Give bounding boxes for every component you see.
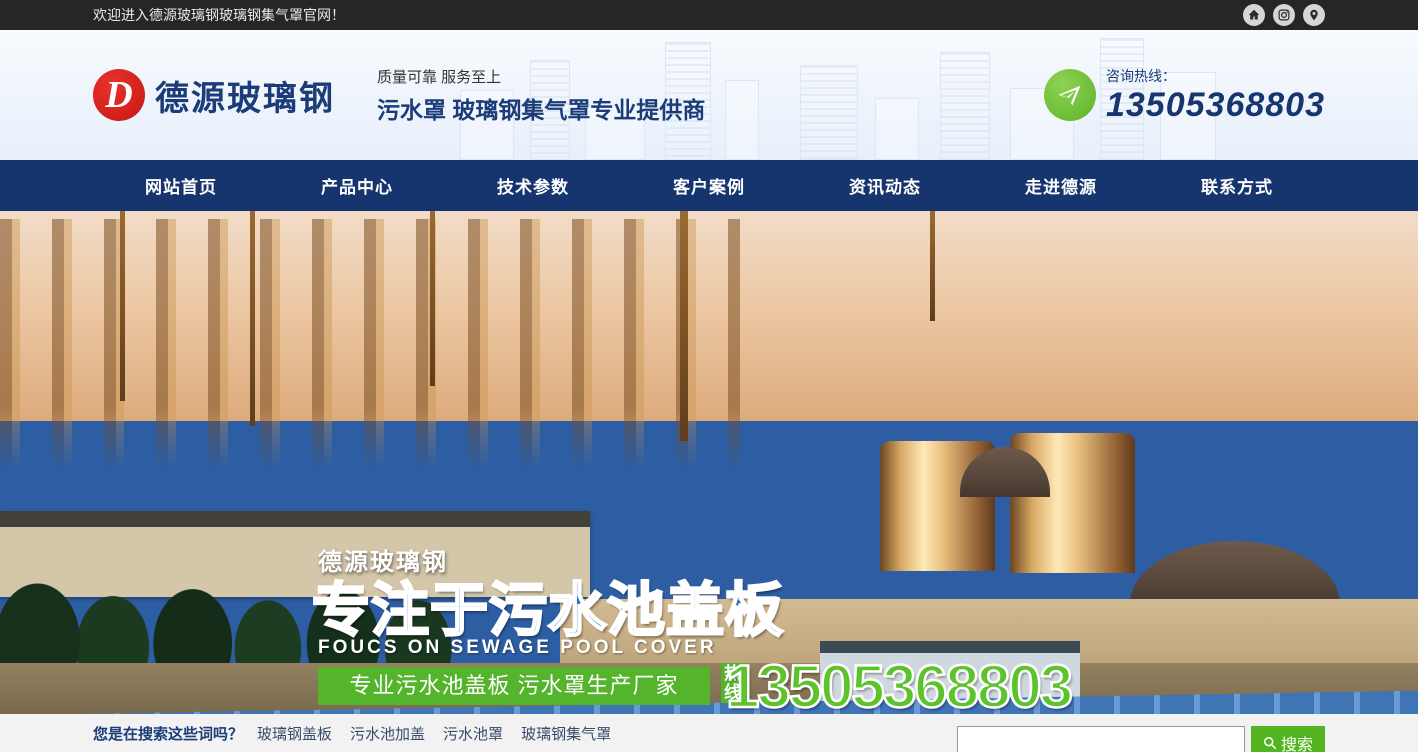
hot-keywords: 玻璃钢盖板 污水池加盖 污水池罩 玻璃钢集气罩 <box>257 723 611 744</box>
welcome-text: 欢迎进入德源玻璃钢玻璃钢集气罩官网！ <box>93 5 345 25</box>
search-button-label: 搜索 <box>1281 731 1313 752</box>
search-icon <box>1263 736 1277 750</box>
home-icon[interactable] <box>1243 4 1265 26</box>
hero-subheadline: FOUCS ON SEWAGE POOL COVER <box>318 637 717 659</box>
social-icons <box>1243 4 1325 26</box>
brand-name: 德源玻璃钢 <box>155 71 335 120</box>
hotline-number: 13505368803 <box>1106 86 1325 125</box>
paper-plane-icon <box>1044 69 1096 121</box>
keyword-link-pool-hood[interactable]: 污水池罩 <box>443 723 503 744</box>
slogan: 质量可靠 服务至上 污水罩 玻璃钢集气罩专业提供商 <box>377 66 705 125</box>
hero-banner: 德源玻璃钢 专注于污水池盖板 FOUCS ON SEWAGE POOL COVE… <box>0 211 1418 714</box>
hero-mast <box>680 211 688 441</box>
search-button[interactable]: 搜索 <box>1251 726 1325 752</box>
hero-mast <box>430 211 435 386</box>
location-icon[interactable] <box>1303 4 1325 26</box>
nav-item-contact[interactable]: 联系方式 <box>1149 160 1325 211</box>
hero-green-banner[interactable]: 专业污水池盖板 污水罩生产厂家 <box>318 667 710 705</box>
nav-item-cases[interactable]: 客户案例 <box>621 160 797 211</box>
topbar: 欢迎进入德源玻璃钢玻璃钢集气罩官网！ <box>0 0 1418 30</box>
camera-icon[interactable] <box>1273 4 1295 26</box>
hero-mast <box>120 211 125 401</box>
search-question: 您是在搜索这些词吗？ <box>93 723 243 744</box>
sales-hotline-number: 13505368803 <box>726 659 1071 714</box>
search-input[interactable] <box>957 726 1245 752</box>
hotline: 咨询热线： 13505368803 <box>1044 66 1325 125</box>
hero-mast <box>250 211 255 426</box>
hero-mast <box>930 211 935 321</box>
nav-item-news[interactable]: 资讯动态 <box>797 160 973 211</box>
search-box: 搜索 <box>957 726 1325 752</box>
hotline-label: 咨询热线： <box>1106 66 1325 86</box>
main-nav: 网站首页 产品中心 技术参数 客户案例 资讯动态 走进德源 联系方式 <box>0 160 1418 211</box>
hero-headline: 专注于污水池盖板 <box>312 563 784 647</box>
logo-icon: D <box>93 69 145 121</box>
slogan-big: 污水罩 玻璃钢集气罩专业提供商 <box>377 91 705 125</box>
keyword-link-cover[interactable]: 玻璃钢盖板 <box>257 723 332 744</box>
logo[interactable]: D 德源玻璃钢 <box>93 69 335 121</box>
site-header: D 德源玻璃钢 质量可靠 服务至上 污水罩 玻璃钢集气罩专业提供商 咨询热线： … <box>0 30 1418 160</box>
hero-towers <box>0 219 740 469</box>
keyword-link-pool-cap[interactable]: 污水池加盖 <box>350 723 425 744</box>
search-strip: 您是在搜索这些词吗？ 玻璃钢盖板 污水池加盖 污水池罩 玻璃钢集气罩 搜索 <box>0 714 1418 752</box>
slogan-small: 质量可靠 服务至上 <box>377 66 705 87</box>
nav-item-home[interactable]: 网站首页 <box>93 160 269 211</box>
nav-item-specs[interactable]: 技术参数 <box>445 160 621 211</box>
keyword-link-gas-hood[interactable]: 玻璃钢集气罩 <box>521 723 611 744</box>
nav-item-products[interactable]: 产品中心 <box>269 160 445 211</box>
nav-item-about[interactable]: 走进德源 <box>973 160 1149 211</box>
